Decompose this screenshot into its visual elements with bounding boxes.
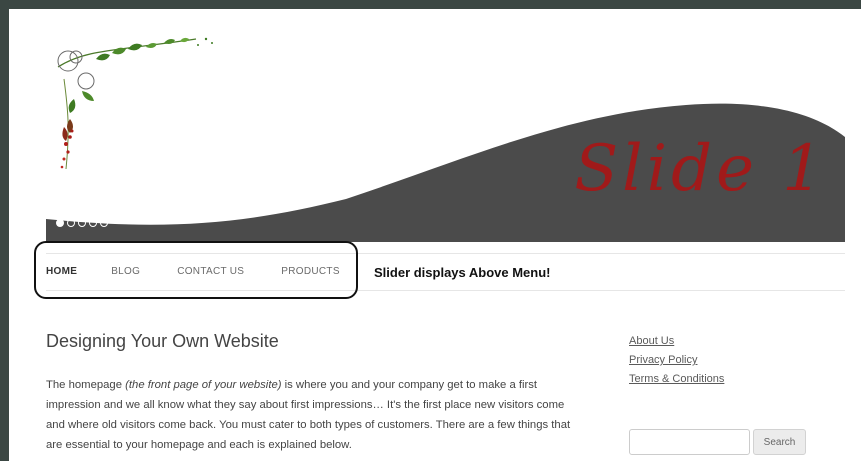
nav-item-home[interactable]: HOME — [46, 266, 77, 277]
slider-dot-1[interactable] — [56, 219, 64, 227]
intro-text-pre: The homepage — [46, 379, 126, 391]
slide-title-text: Slide 1 — [574, 132, 827, 206]
page-title: Designing Your Own Website — [46, 331, 279, 351]
slider-dot-4[interactable] — [89, 219, 97, 227]
intro-paragraph: The homepage (the front page of your web… — [46, 375, 586, 455]
window-frame: Slide 1 HOME BLOG CONTACT US PRODUCTS Sl… — [0, 0, 861, 461]
nav-item-blog[interactable]: BLOG — [111, 266, 140, 277]
sidebar-link-about-us[interactable]: About Us — [629, 332, 724, 351]
annotation-callout: Slider displays Above Menu! — [374, 265, 551, 280]
slider-dot-3[interactable] — [78, 219, 86, 227]
sidebar-link-terms-conditions[interactable]: Terms & Conditions — [629, 370, 724, 389]
main-menu: HOME BLOG CONTACT US PRODUCTS — [46, 266, 340, 277]
nav-item-contact-us[interactable]: CONTACT US — [177, 266, 244, 277]
slider-dot-2[interactable] — [67, 219, 75, 227]
intro-text-emphasis: (the front page of your website) — [125, 379, 282, 391]
slider-pagination — [56, 219, 108, 227]
slider-artwork — [46, 37, 845, 242]
sidebar-link-privacy-policy[interactable]: Privacy Policy — [629, 351, 724, 370]
search-input[interactable] — [629, 429, 750, 455]
nav-item-products[interactable]: PRODUCTS — [281, 266, 340, 277]
slide-title: Slide 1 — [574, 137, 827, 201]
slider-dot-5[interactable] — [100, 219, 108, 227]
floral-decoration — [57, 37, 213, 170]
sidebar-links: About Us Privacy Policy Terms & Conditio… — [629, 332, 724, 389]
search-button[interactable]: Search — [753, 429, 806, 455]
web-page: Slide 1 HOME BLOG CONTACT US PRODUCTS Sl… — [9, 9, 861, 461]
image-slider[interactable]: Slide 1 — [46, 19, 845, 242]
